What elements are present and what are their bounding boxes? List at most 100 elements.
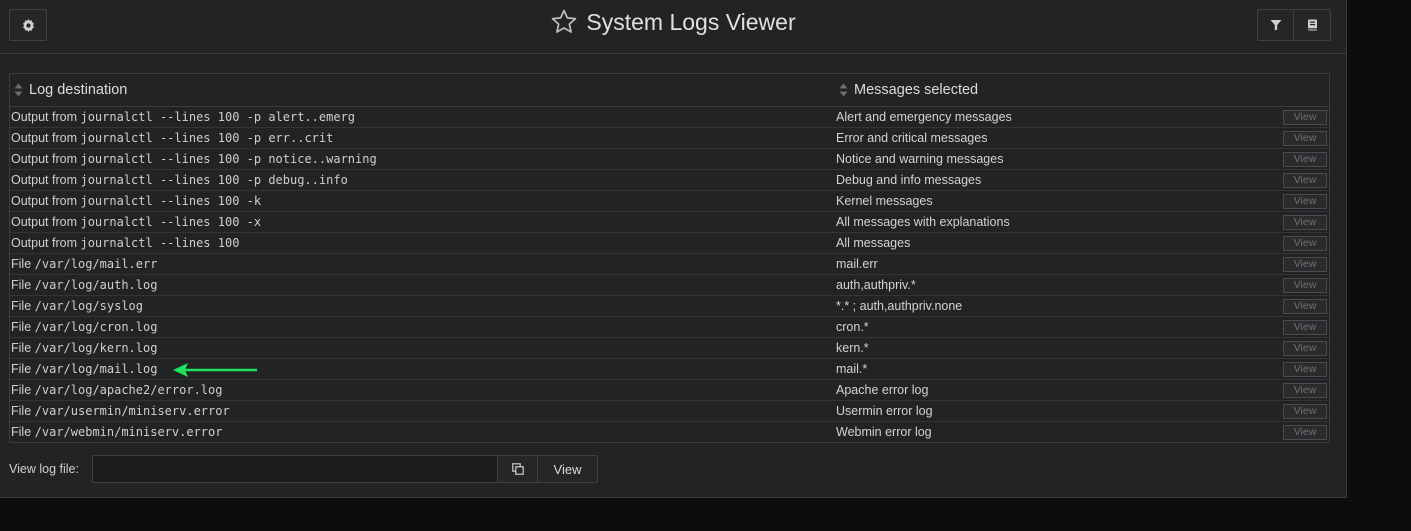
sort-icon xyxy=(14,83,23,97)
book-button[interactable] xyxy=(1293,9,1331,41)
messages-cell: Webmin error log xyxy=(836,425,932,439)
view-row-button[interactable]: View xyxy=(1283,235,1327,251)
table-row: File /var/log/kern.log kern.* View xyxy=(10,337,1329,359)
arrow-icon xyxy=(173,363,257,377)
row-prefix: Output from xyxy=(11,152,77,166)
page-title-group: System Logs Viewer xyxy=(0,8,1346,36)
messages-cell: *.* ; auth,authpriv.none xyxy=(835,295,1255,317)
column-header-actions xyxy=(1255,74,1329,107)
filter-icon xyxy=(1270,20,1281,31)
messages-cell: auth,authpriv.* xyxy=(835,274,1255,296)
table-row: Output from journalctl --lines 100 All m… xyxy=(10,232,1329,254)
page-title: System Logs Viewer xyxy=(586,8,796,35)
table-header-row: Log destination Messages selected xyxy=(10,74,1329,107)
view-row-button[interactable]: View xyxy=(1283,382,1327,398)
column-header-log-destination[interactable]: Log destination xyxy=(10,74,835,107)
book-icon xyxy=(1307,19,1317,31)
table-row: File /var/log/mail.err mail.err View xyxy=(10,253,1329,275)
table-row: File /var/log/apache2/error.log Apache e… xyxy=(10,379,1329,401)
log-path: /var/webmin/miniserv.error xyxy=(34,425,223,439)
messages-cell: All messages with explanations xyxy=(835,211,1255,233)
view-row-button[interactable]: View xyxy=(1283,340,1327,356)
log-path: /var/usermin/miniserv.error xyxy=(34,404,230,418)
messages-cell: mail.err xyxy=(835,253,1255,275)
log-path: journalctl --lines 100 -p notice..warnin… xyxy=(80,152,377,166)
column-header-messages-selected[interactable]: Messages selected xyxy=(835,74,1255,107)
table-row: File /var/log/cron.log cron.* View xyxy=(10,316,1329,338)
view-log-file-form: View log file: View xyxy=(9,455,598,483)
table-row: File /var/log/syslog *.* ; auth,authpriv… xyxy=(10,295,1329,317)
row-prefix: File xyxy=(11,299,32,313)
log-path: journalctl --lines 100 -p alert..emerg xyxy=(80,110,356,124)
header-bar: System Logs Viewer xyxy=(0,0,1346,54)
log-path: journalctl --lines 100 xyxy=(80,236,240,250)
logs-table: Log destination Messages selected Output… xyxy=(9,73,1330,443)
row-prefix: File xyxy=(11,425,32,439)
file-chooser-button[interactable] xyxy=(498,455,538,483)
column-header-label: Log destination xyxy=(29,82,128,98)
row-prefix: Output from xyxy=(11,215,77,229)
table-row: File /var/webmin/miniserv.error Webmin e… xyxy=(10,422,1329,443)
log-path: journalctl --lines 100 -p debug..info xyxy=(80,173,348,187)
row-prefix: File xyxy=(11,383,32,397)
messages-cell: Debug and info messages xyxy=(835,169,1255,191)
sort-icon xyxy=(839,83,848,97)
row-prefix: File xyxy=(11,341,32,355)
log-file-input[interactable] xyxy=(92,455,498,483)
row-prefix: Output from xyxy=(11,110,77,124)
column-header-label: Messages selected xyxy=(854,82,979,98)
row-prefix: Output from xyxy=(11,131,77,145)
filter-button[interactable] xyxy=(1257,9,1294,41)
view-row-button[interactable]: View xyxy=(1283,319,1327,335)
table-row: File /var/log/auth.log auth,authpriv.* V… xyxy=(10,274,1329,296)
view-row-button[interactable]: View xyxy=(1283,277,1327,293)
copy-icon xyxy=(511,463,524,475)
view-row-button[interactable]: View xyxy=(1283,109,1327,125)
view-log-button[interactable]: View xyxy=(538,455,598,483)
messages-cell: kern.* xyxy=(835,337,1255,359)
view-row-button[interactable]: View xyxy=(1283,151,1327,167)
messages-cell: Apache error log xyxy=(835,379,1255,401)
row-prefix: Output from xyxy=(11,173,77,187)
view-row-button[interactable]: View xyxy=(1283,193,1327,209)
log-path: /var/log/auth.log xyxy=(34,278,158,292)
star-icon[interactable] xyxy=(550,8,578,36)
messages-cell: cron.* xyxy=(835,316,1255,338)
row-prefix: File xyxy=(11,278,32,292)
row-prefix: File xyxy=(11,362,32,376)
messages-cell: Notice and warning messages xyxy=(835,148,1255,170)
log-path: /var/log/kern.log xyxy=(34,341,158,355)
log-path: /var/log/cron.log xyxy=(34,320,158,334)
view-row-button[interactable]: View xyxy=(1283,361,1327,377)
messages-cell: Alert and emergency messages xyxy=(835,106,1255,128)
messages-cell: Error and critical messages xyxy=(835,127,1255,149)
log-path: /var/log/apache2/error.log xyxy=(34,383,223,397)
table-row: Output from journalctl --lines 100 -p no… xyxy=(10,148,1329,170)
view-row-button[interactable]: View xyxy=(1283,424,1327,440)
row-prefix: Output from xyxy=(11,194,77,208)
table-row: Output from journalctl --lines 100 -p er… xyxy=(10,127,1329,149)
main-panel: System Logs Viewer Log destination Messa… xyxy=(0,0,1347,498)
messages-cell: All messages xyxy=(835,232,1255,254)
row-prefix: File xyxy=(11,404,32,418)
view-row-button[interactable]: View xyxy=(1283,214,1327,230)
table-body: Output from journalctl --lines 100 -p al… xyxy=(10,106,1329,443)
log-path: journalctl --lines 100 -p err..crit xyxy=(80,131,334,145)
table-row: Output from journalctl --lines 100 -p de… xyxy=(10,169,1329,191)
view-log-file-label: View log file: xyxy=(9,462,79,476)
messages-cell: mail.* xyxy=(835,358,1255,380)
view-row-button[interactable]: View xyxy=(1283,130,1327,146)
table-row: Output from journalctl --lines 100 -k Ke… xyxy=(10,190,1329,212)
log-path: journalctl --lines 100 -k xyxy=(80,194,262,208)
row-prefix: File xyxy=(11,257,32,271)
view-row-button[interactable]: View xyxy=(1283,172,1327,188)
view-row-button[interactable]: View xyxy=(1283,256,1327,272)
row-prefix: Output from xyxy=(11,236,77,250)
view-row-button[interactable]: View xyxy=(1283,403,1327,419)
table-row: File /var/usermin/miniserv.error Usermin… xyxy=(10,400,1329,422)
messages-cell: Usermin error log xyxy=(835,400,1255,422)
row-prefix: File xyxy=(11,320,32,334)
view-row-button[interactable]: View xyxy=(1283,298,1327,314)
table-row: Output from journalctl --lines 100 -p al… xyxy=(10,106,1329,128)
log-path: /var/log/mail.err xyxy=(34,257,158,271)
